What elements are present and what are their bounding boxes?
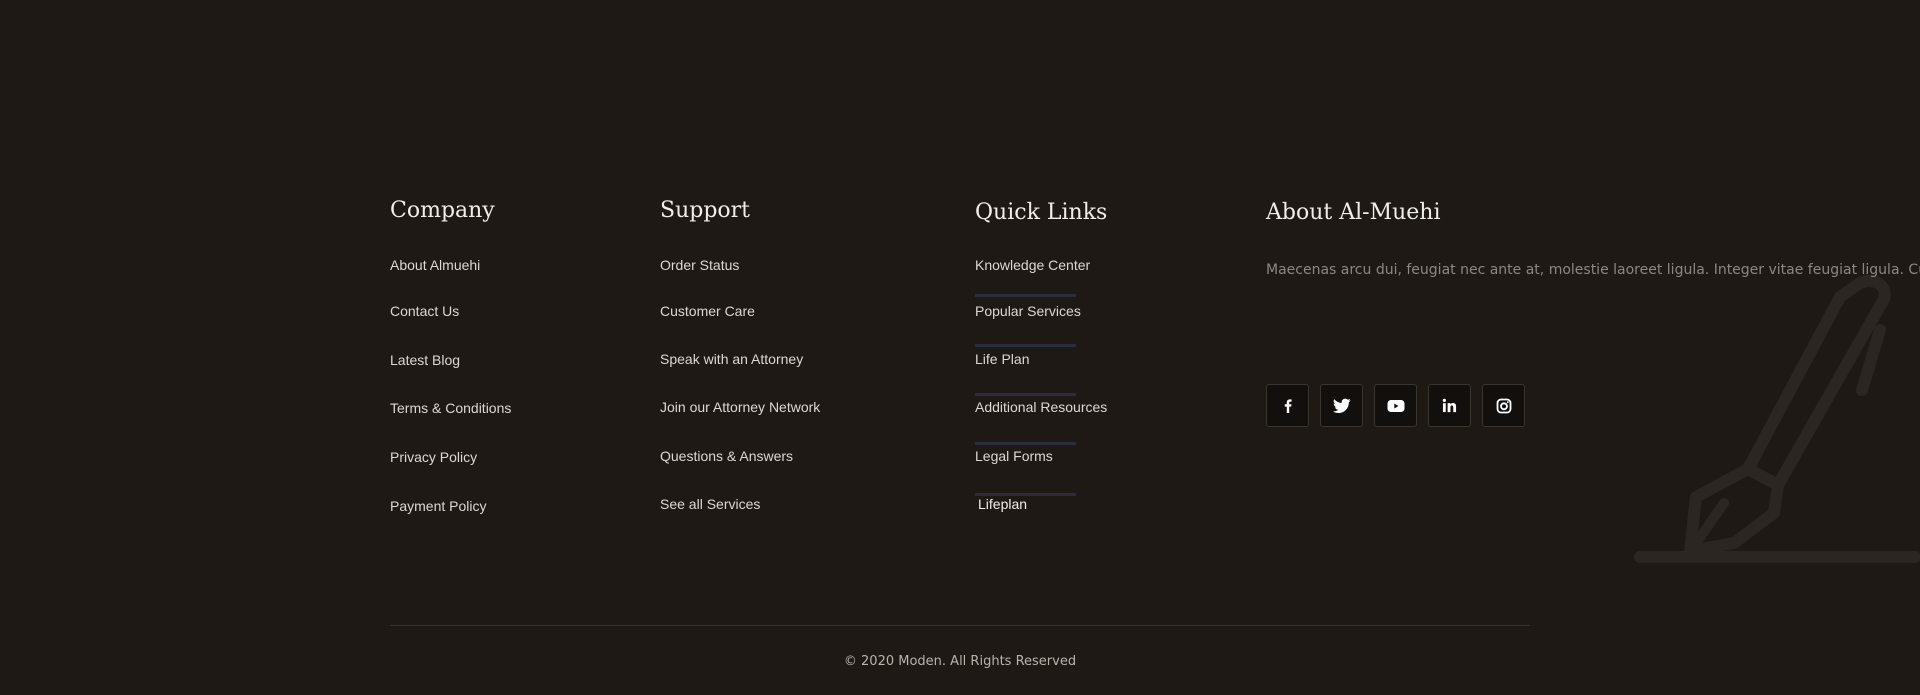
company-title: Company [390,198,495,223]
company-column: Company About Almuehi Contact Us Latest … [390,198,630,514]
link-separator [975,344,1076,347]
about-title: About Al-Muehi [1266,200,1441,225]
quick-links-title: Quick Links [975,200,1108,225]
youtube-icon [1387,399,1404,412]
facebook-icon [1284,398,1292,413]
footer-link-additional-resources[interactable]: Additional Resources [975,399,1107,415]
copyright-text: © 2020 Moden. All Rights Reserved [843,654,1077,669]
linkedin-button[interactable] [1428,384,1471,427]
fountain-pen-icon [1634,275,1920,563]
footer-link-privacy-policy[interactable]: Privacy Policy [390,449,477,465]
footer-link-contact-us[interactable]: Contact Us [390,303,459,319]
footer-link-customer-care[interactable]: Customer Care [660,303,755,319]
footer-section: Company About Almuehi Contact Us Latest … [0,0,1920,695]
quick-links-column: Quick Links Knowledge Center Popular Ser… [975,200,1235,512]
link-separator [975,393,1076,396]
footer-link-knowledge-center[interactable]: Knowledge Center [975,257,1090,273]
twitter-button[interactable] [1320,384,1363,427]
footer-link-lifeplan[interactable]: Lifeplan [978,496,1027,512]
linkedin-icon [1442,398,1457,413]
footer-link-latest-blog[interactable]: Latest Blog [390,352,460,368]
footer-link-popular-services[interactable]: Popular Services [975,303,1081,319]
footer-link-legal-forms[interactable]: Legal Forms [975,448,1053,464]
about-description: Maecenas arcu dui, feugiat nec ante at, … [1266,262,1920,278]
twitter-icon [1332,398,1351,413]
footer-link-questions-answers[interactable]: Questions & Answers [660,448,793,464]
support-column: Support Order Status Customer Care Speak… [660,198,950,512]
footer-link-life-plan[interactable]: Life Plan [975,351,1029,367]
footer-link-terms-conditions[interactable]: Terms & Conditions [390,400,511,416]
footer-divider [390,625,1530,626]
support-title: Support [660,198,751,223]
youtube-button[interactable] [1374,384,1417,427]
about-column: About Al-Muehi Maecenas arcu dui, feugia… [1266,200,1920,427]
footer-link-about-almuehi[interactable]: About Almuehi [390,257,480,273]
footer-link-join-attorney-network[interactable]: Join our Attorney Network [660,399,820,415]
footer-link-see-all-services[interactable]: See all Services [660,496,760,512]
link-separator [975,442,1076,445]
footer-link-order-status[interactable]: Order Status [660,257,739,273]
footer-link-payment-policy[interactable]: Payment Policy [390,498,486,514]
social-links [1266,384,1525,427]
link-separator [975,294,1076,297]
footer-link-speak-attorney[interactable]: Speak with an Attorney [660,351,803,367]
instagram-icon [1496,398,1511,413]
instagram-button[interactable] [1482,384,1525,427]
facebook-button[interactable] [1266,384,1309,427]
